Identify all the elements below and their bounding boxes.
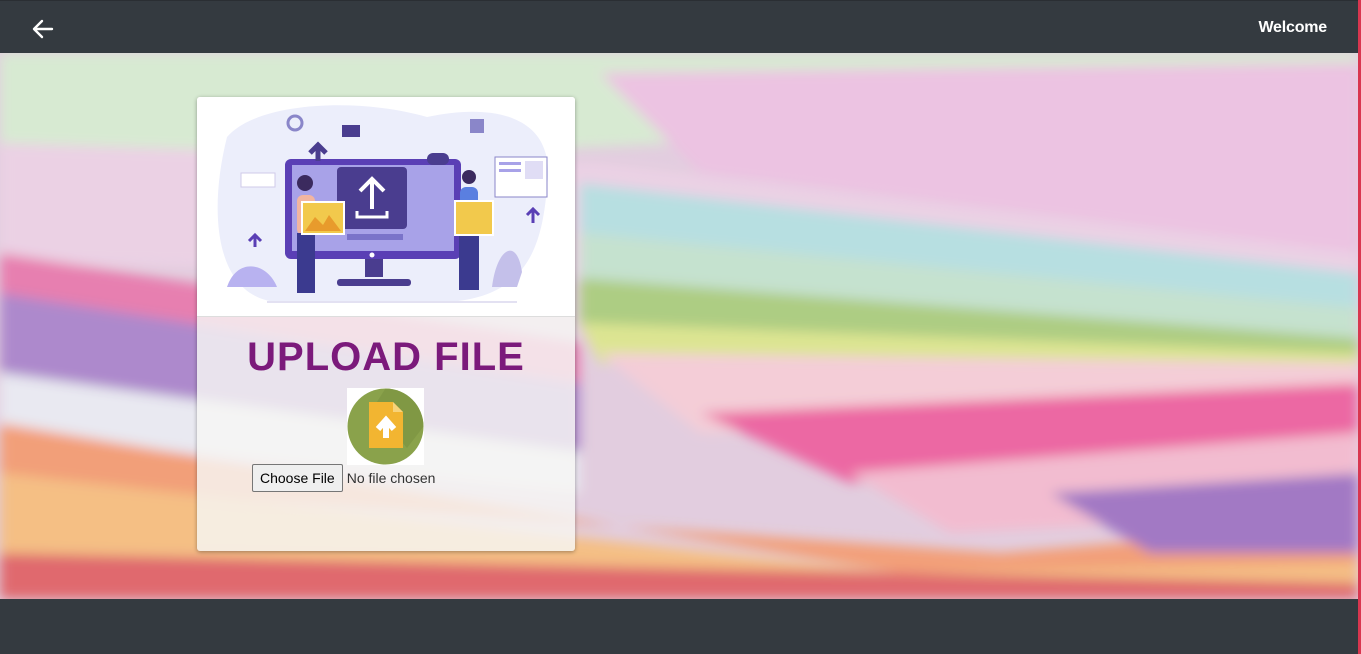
file-input: Choose File No file chosen xyxy=(252,464,436,492)
top-navbar: Welcome xyxy=(0,0,1358,54)
page-title: UPLOAD FILE xyxy=(247,335,525,379)
upload-illustration-graphic xyxy=(217,105,549,303)
arrow-left-icon xyxy=(32,19,54,39)
back-button[interactable] xyxy=(30,17,56,41)
choose-file-button[interactable]: Choose File xyxy=(252,464,343,492)
file-status-text: No file chosen xyxy=(346,470,436,486)
file-upload-icon xyxy=(347,388,424,465)
footer-bar xyxy=(0,599,1358,654)
welcome-label: Welcome xyxy=(1258,19,1327,36)
upload-illustration xyxy=(197,97,575,317)
upload-card: UPLOAD FILE Choose File No file chosen xyxy=(197,97,575,551)
